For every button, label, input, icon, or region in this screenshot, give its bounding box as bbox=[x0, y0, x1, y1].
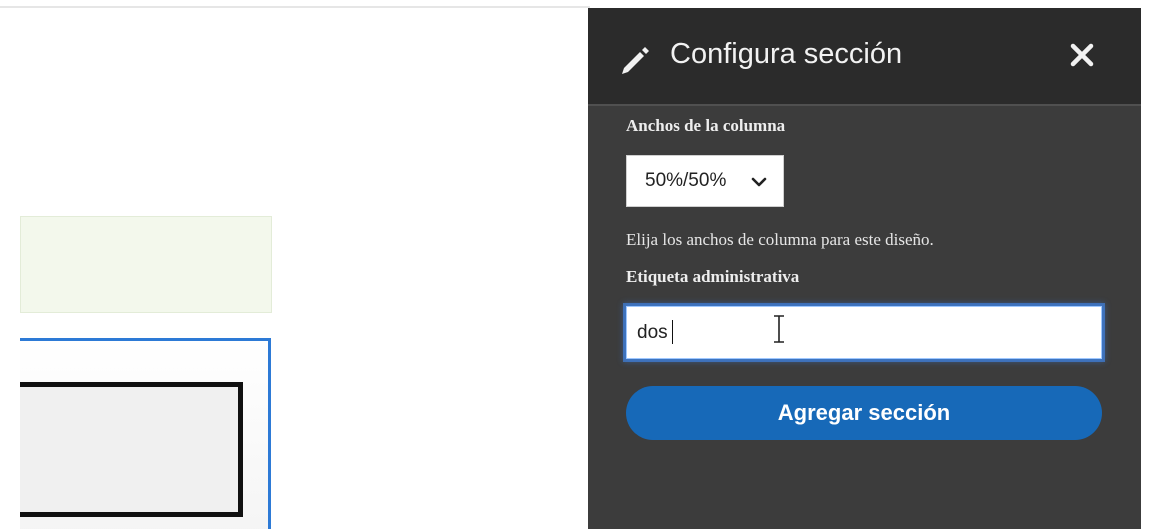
configure-section-dialog: Configura sección Anchos de la columna 5… bbox=[588, 8, 1141, 529]
dialog-header: Configura sección bbox=[588, 8, 1141, 106]
admin-label-value: dos bbox=[637, 322, 668, 343]
canvas-top-divider bbox=[0, 6, 590, 8]
highlighted-block[interactable] bbox=[20, 216, 272, 313]
text-caret bbox=[672, 320, 673, 344]
screen: Configura sección Anchos de la columna 5… bbox=[0, 0, 1164, 529]
section-region-box[interactable] bbox=[20, 382, 243, 517]
pencil-icon bbox=[622, 47, 649, 74]
column-widths-description: Elija los anchos de columna para este di… bbox=[626, 230, 934, 249]
admin-label-input[interactable]: dos bbox=[626, 306, 1102, 359]
dialog-title: Configura sección bbox=[670, 38, 903, 70]
chevron-down-icon bbox=[751, 177, 767, 187]
column-widths-select[interactable]: 50%/50% bbox=[626, 155, 784, 207]
add-section-button[interactable]: Agregar sección bbox=[626, 386, 1102, 440]
column-widths-label: Anchos de la columna bbox=[626, 116, 786, 135]
admin-label-label: Etiqueta administrativa bbox=[626, 267, 800, 286]
column-widths-selected-value: 50%/50% bbox=[645, 170, 727, 191]
ibeam-cursor-icon bbox=[774, 315, 784, 343]
right-margin bbox=[1141, 0, 1164, 529]
close-icon[interactable] bbox=[1068, 41, 1096, 69]
page-canvas bbox=[0, 0, 590, 529]
